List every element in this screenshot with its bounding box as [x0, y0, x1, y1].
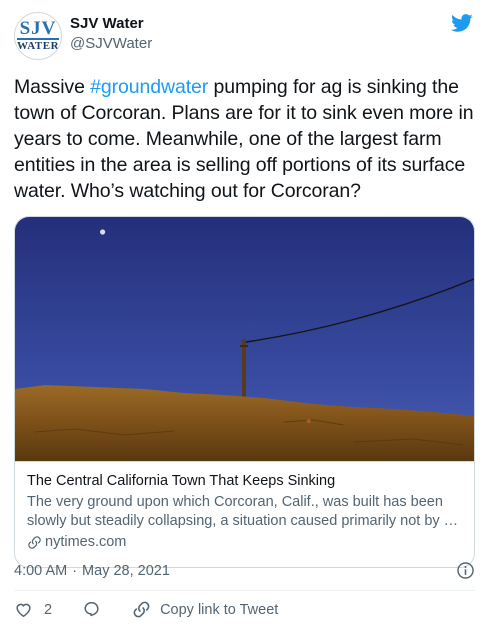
info-icon[interactable] — [456, 561, 475, 580]
like-count: 2 — [44, 601, 53, 618]
avatar[interactable]: SJV WATER — [14, 12, 62, 60]
meta-separator: · — [72, 563, 78, 579]
heart-icon — [16, 603, 31, 618]
tweet-date[interactable]: May 28, 2021 — [82, 563, 170, 579]
tweet-time[interactable]: 4:00 AM — [14, 563, 67, 579]
link-card[interactable]: The Central California Town That Keeps S… — [14, 216, 475, 568]
author-handle[interactable]: @SJVWater — [70, 34, 152, 54]
tweet-actions: 2 Copy link to Tweet — [14, 600, 278, 619]
divider — [14, 590, 475, 591]
tweet-header: SJV WATER SJV Water @SJVWater — [14, 12, 475, 60]
tweet-meta: 4:00 AM · May 28, 2021 — [14, 561, 475, 580]
copy-link-button[interactable]: Copy link to Tweet — [132, 600, 278, 619]
reply-button[interactable] — [82, 600, 101, 619]
card-body: The Central California Town That Keeps S… — [15, 461, 474, 562]
tweet-text-start: Massive — [14, 76, 91, 98]
card-image — [15, 217, 474, 461]
hashtag-link[interactable]: #groundwater — [90, 76, 208, 98]
author-names: SJV Water @SJVWater — [70, 14, 152, 54]
card-domain-text: nytimes.com — [45, 534, 127, 550]
twitter-bird-icon[interactable] — [451, 12, 473, 34]
copy-link-icon — [133, 601, 150, 618]
card-domain: nytimes.com — [27, 533, 462, 552]
author-display-name[interactable]: SJV Water — [70, 14, 152, 34]
like-button[interactable]: 2 — [14, 600, 52, 619]
avatar-text-top: SJV — [19, 18, 57, 39]
tweet-text: Massive #groundwater pumping for ag is s… — [14, 74, 482, 204]
tweet: SJV WATER SJV Water @SJVWater Massive #g… — [0, 0, 489, 630]
card-description: The very ground upon which Corcoran, Cal… — [27, 494, 459, 529]
reply-icon — [84, 602, 99, 617]
link-icon — [28, 536, 41, 549]
avatar-text-bottom: WATER — [16, 38, 60, 52]
card-title: The Central California Town That Keeps S… — [27, 473, 336, 489]
copy-link-label: Copy link to Tweet — [160, 601, 279, 618]
